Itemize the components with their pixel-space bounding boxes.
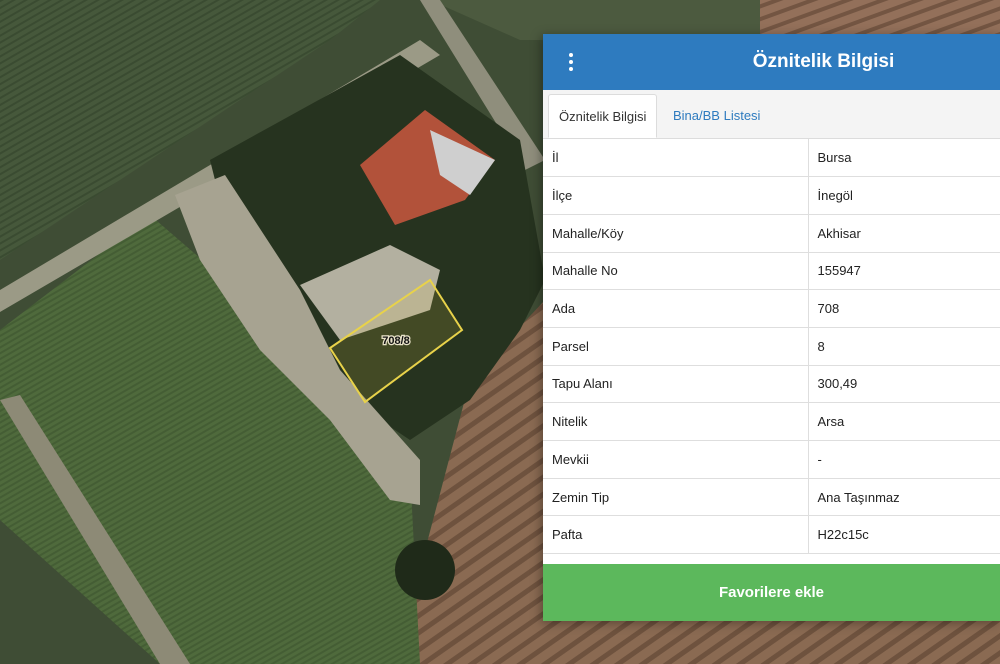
attribute-table: İl Bursa İlçe İnegöl Mahalle/Köy Akhisar Ma…: [543, 139, 1000, 555]
attribute-value: 155947: [808, 252, 1000, 291]
attribute-key: Parsel: [543, 327, 809, 366]
attribute-value: -: [808, 440, 1000, 479]
attribute-key: Mahalle No: [543, 252, 809, 291]
parcel-label: 708/8: [382, 335, 410, 347]
table-row: Mahalle No 155947: [543, 252, 1000, 291]
table-row: Pafta H22c15c: [543, 515, 1000, 555]
attribute-key: Zemin Tip: [543, 478, 809, 517]
attribute-key: Mevkii: [543, 440, 809, 479]
panel-tabs: Öznitelik Bilgisi Bina/BB Listesi: [543, 90, 1000, 139]
attribute-key: Nitelik: [543, 402, 809, 441]
attribute-value: 8: [808, 327, 1000, 366]
table-row: Parsel 8: [543, 327, 1000, 366]
attribute-value: 300,49: [808, 365, 1000, 404]
attribute-value: Ana Taşınmaz: [808, 478, 1000, 517]
add-to-favorites-button[interactable]: Favorilere ekle: [543, 564, 1000, 621]
tree: [395, 540, 455, 600]
attribute-key: Ada: [543, 289, 809, 328]
table-row: Mahalle/Köy Akhisar: [543, 214, 1000, 253]
attribute-value: Akhisar: [808, 214, 1000, 253]
table-row: Nitelik Arsa: [543, 402, 1000, 441]
attribute-key: Pafta: [543, 515, 809, 555]
attribute-value: H22c15c: [808, 515, 1000, 555]
attribute-key: İl: [543, 139, 809, 178]
table-row: İlçe İnegöl: [543, 176, 1000, 215]
tab-attribute-info[interactable]: Öznitelik Bilgisi: [548, 94, 658, 138]
attribute-panel: Öznitelik Bilgisi Öznitelik Bilgisi Bina…: [543, 34, 1000, 621]
attribute-value: Arsa: [808, 402, 1000, 441]
table-row: Zemin Tip Ana Taşınmaz: [543, 478, 1000, 517]
panel-header: Öznitelik Bilgisi: [543, 34, 1000, 90]
attribute-value: İnegöl: [808, 176, 1000, 215]
attribute-value: Bursa: [808, 139, 1000, 178]
tab-building-list[interactable]: Bina/BB Listesi: [663, 94, 770, 138]
table-row: Ada 708: [543, 289, 1000, 328]
panel-title: Öznitelik Bilgisi: [752, 51, 895, 72]
table-row: Mevkii -: [543, 440, 1000, 479]
attribute-key: Mahalle/Köy: [543, 214, 809, 253]
attribute-key: Tapu Alanı: [543, 365, 809, 404]
table-row: Tapu Alanı 300,49: [543, 365, 1000, 404]
attribute-value: 708: [808, 289, 1000, 328]
attribute-key: İlçe: [543, 176, 809, 215]
table-row: İl Bursa: [543, 139, 1000, 178]
